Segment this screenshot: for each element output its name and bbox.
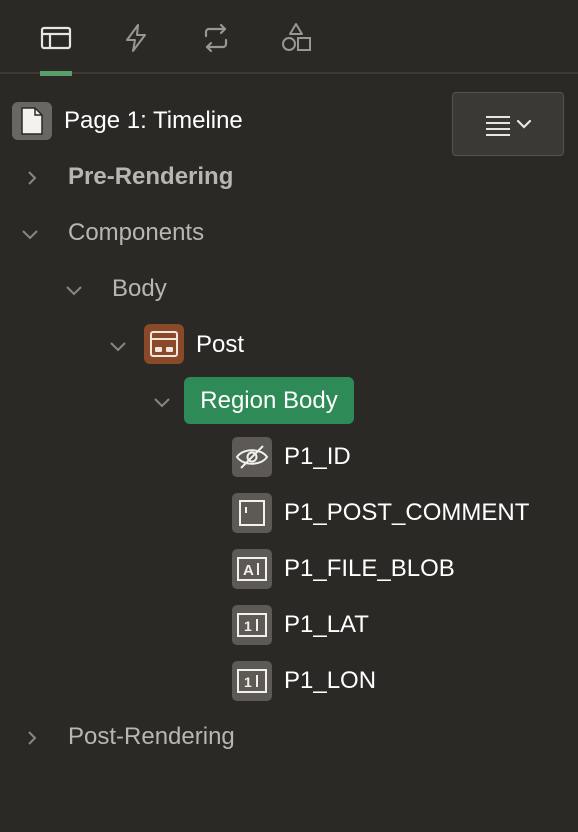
chevron-down-icon[interactable] — [64, 279, 84, 299]
tree-node-pre-rendering[interactable]: Pre-Rendering — [22, 157, 233, 197]
lightning-icon — [126, 24, 146, 52]
menu-chevron-icon — [486, 116, 532, 136]
tree-node-post-rendering[interactable]: Post-Rendering — [22, 717, 235, 757]
chevron-right-icon[interactable] — [22, 167, 42, 187]
page-title[interactable]: Page 1: Timeline — [64, 101, 243, 141]
tree-node-body[interactable]: Body — [64, 269, 167, 309]
tab-dynamic-actions[interactable] — [112, 18, 160, 58]
tree-node-region-body[interactable]: Region Body — [184, 377, 354, 424]
tree-item-p1-id[interactable]: P1_ID — [284, 437, 351, 477]
hidden-eye-icon — [232, 437, 272, 477]
shapes-icon — [282, 23, 311, 51]
tab-processing[interactable] — [192, 18, 240, 58]
number-field-icon: 1 — [232, 605, 272, 645]
file-input-icon: A — [232, 549, 272, 589]
svg-text:1: 1 — [244, 674, 252, 690]
tree-menu-button[interactable] — [452, 92, 564, 156]
textarea-icon — [232, 493, 272, 533]
tree-node-components[interactable]: Components — [20, 213, 204, 253]
tree-item-p1-file-blob[interactable]: P1_FILE_BLOB — [284, 549, 455, 589]
number-field-icon: 1 — [232, 661, 272, 701]
svg-text:1: 1 — [244, 618, 252, 634]
layout-icon — [40, 26, 72, 50]
tab-bar — [0, 0, 578, 76]
chevron-down-icon[interactable] — [152, 391, 172, 411]
tree-item-p1-post-comment[interactable]: P1_POST_COMMENT — [284, 493, 529, 533]
chevron-right-icon[interactable] — [22, 727, 42, 747]
tab-rendering[interactable] — [32, 18, 80, 76]
tab-shared-components[interactable] — [272, 18, 320, 58]
tree-node-post-chevron[interactable] — [108, 325, 128, 365]
svg-text:A: A — [243, 562, 254, 579]
tree-node-region-body-chevron[interactable] — [152, 381, 172, 421]
page-icon — [12, 102, 52, 140]
tree-item-p1-lon[interactable]: P1_LON — [284, 661, 376, 701]
chevron-down-icon[interactable] — [20, 223, 40, 243]
tree-item-p1-lat[interactable]: P1_LAT — [284, 605, 369, 645]
tree-node-post[interactable]: Post — [196, 325, 244, 365]
refresh-icon — [204, 23, 228, 53]
region-icon — [144, 324, 184, 364]
chevron-down-icon[interactable] — [108, 335, 128, 355]
